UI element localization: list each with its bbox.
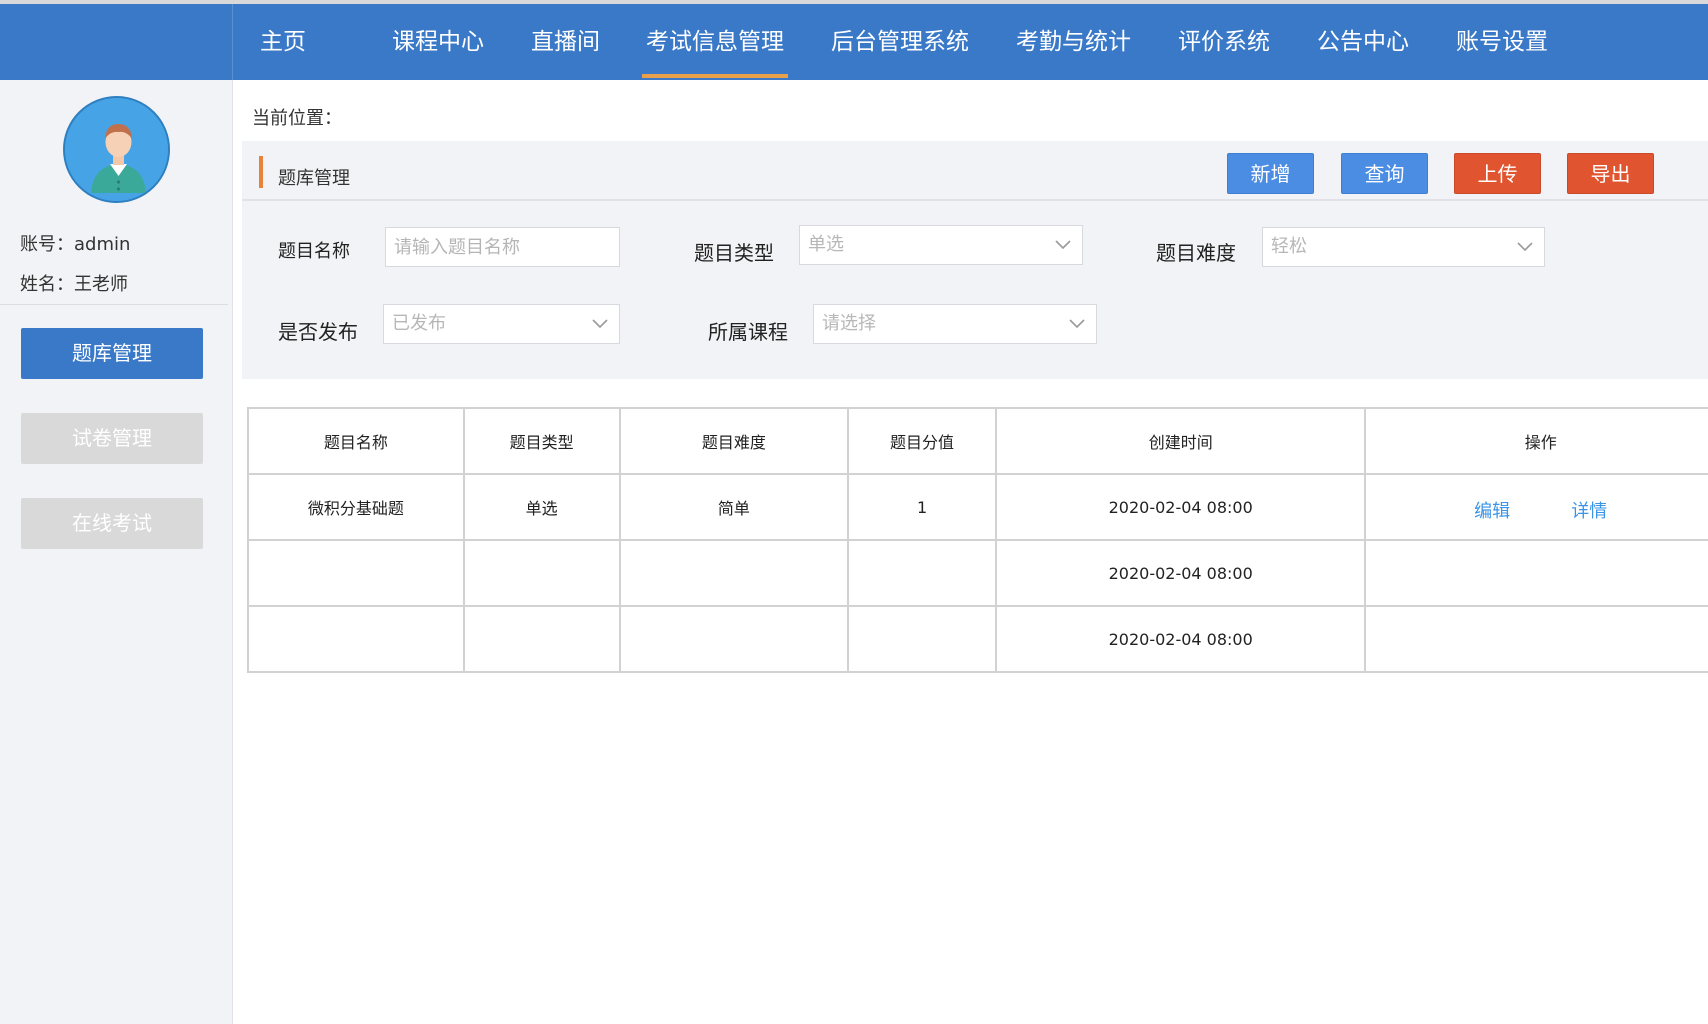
cell-question-name xyxy=(247,539,465,607)
header-created-time: 创建时间 xyxy=(994,407,1367,475)
question-name-label: 题目名称 xyxy=(278,241,350,262)
main-nav: 主页 课程中心 直播间 考试信息管理 后台管理系统 考勤与统计 评价系统 公告中… xyxy=(233,4,1548,80)
course-value: 请选择 xyxy=(822,313,876,334)
table-row: 2020-02-04 08:00 xyxy=(247,539,1708,607)
question-type-value: 单选 xyxy=(808,234,844,255)
cell-question-name: 微积分基础题 xyxy=(247,473,465,541)
sidebar-item-online-exam[interactable]: 在线考试 xyxy=(21,498,203,549)
chevron-down-icon xyxy=(1055,240,1071,250)
sidebar-item-question-bank[interactable]: 题库管理 xyxy=(21,328,203,379)
header-operations: 操作 xyxy=(1364,407,1708,475)
header-question-type: 题目类型 xyxy=(462,407,621,475)
cell-question-difficulty xyxy=(618,539,850,607)
question-type-label: 题目类型 xyxy=(694,241,774,265)
panel-title: 题库管理 xyxy=(278,168,350,189)
question-type-select[interactable]: 单选 xyxy=(799,225,1083,265)
brand-area xyxy=(0,4,233,80)
sidebar-item-paper-management[interactable]: 试卷管理 xyxy=(21,413,203,464)
chevron-down-icon xyxy=(1517,242,1533,252)
cell-operations xyxy=(1364,539,1708,607)
nav-item-course-center[interactable]: 课程中心 xyxy=(392,4,484,80)
header-question-name: 题目名称 xyxy=(247,407,465,475)
cell-question-score: 1 xyxy=(847,473,997,541)
question-difficulty-select[interactable]: 轻松 xyxy=(1262,227,1545,267)
nav-item-exam-management[interactable]: 考试信息管理 xyxy=(642,4,788,80)
cell-operations xyxy=(1364,605,1708,673)
title-accent-bar xyxy=(259,156,263,188)
account-text: 账号：admin xyxy=(20,234,131,255)
cell-created-time: 2020-02-04 08:00 xyxy=(994,539,1367,607)
top-nav-bar: 主页 课程中心 直播间 考试信息管理 后台管理系统 考勤与统计 评价系统 公告中… xyxy=(0,0,1708,80)
cell-question-name xyxy=(247,605,465,673)
nav-item-admin-system[interactable]: 后台管理系统 xyxy=(831,4,969,80)
nav-item-evaluation[interactable]: 评价系统 xyxy=(1178,4,1270,80)
search-panel: 题库管理 新增 查询 上传 导出 题目名称 题目类型 单选 题目难度 轻松 是否… xyxy=(242,141,1708,379)
cell-operations: 编辑 详情 xyxy=(1364,473,1708,541)
published-value: 已发布 xyxy=(392,313,446,334)
course-label: 所属课程 xyxy=(708,320,788,344)
chevron-down-icon xyxy=(1069,319,1085,329)
add-button[interactable]: 新增 xyxy=(1227,153,1314,194)
panel-header: 题库管理 新增 查询 上传 导出 xyxy=(242,141,1708,201)
sidebar: 账号：admin 姓名：王老师 题库管理 试卷管理 在线考试 xyxy=(0,80,233,1024)
nav-item-announcements[interactable]: 公告中心 xyxy=(1317,4,1409,80)
published-select[interactable]: 已发布 xyxy=(383,304,620,344)
teacher-name-text: 姓名：王老师 xyxy=(20,274,128,295)
question-difficulty-value: 轻松 xyxy=(1271,236,1307,257)
details-link[interactable]: 详情 xyxy=(1571,497,1607,523)
chevron-down-icon xyxy=(592,319,608,329)
question-table: 题目名称 题目类型 题目难度 题目分值 创建时间 操作 微积分基础题 单选 简单… xyxy=(247,407,1708,673)
course-select[interactable]: 请选择 xyxy=(813,304,1097,344)
cell-question-type xyxy=(462,605,621,673)
table-header-row: 题目名称 题目类型 题目难度 题目分值 创建时间 操作 xyxy=(247,407,1708,475)
header-question-difficulty: 题目难度 xyxy=(618,407,850,475)
edit-link[interactable]: 编辑 xyxy=(1474,497,1510,523)
nav-item-live-room[interactable]: 直播间 xyxy=(531,4,600,80)
table-row: 2020-02-04 08:00 xyxy=(247,605,1708,673)
query-button[interactable]: 查询 xyxy=(1341,153,1428,194)
sidebar-divider xyxy=(0,304,228,305)
question-difficulty-label: 题目难度 xyxy=(1156,241,1236,265)
cell-question-score xyxy=(847,605,997,673)
cell-question-type: 单选 xyxy=(462,473,621,541)
cell-question-difficulty xyxy=(618,605,850,673)
published-label: 是否发布 xyxy=(278,320,358,344)
breadcrumb: 当前位置： xyxy=(252,108,342,129)
question-name-input[interactable] xyxy=(385,227,620,267)
avatar[interactable] xyxy=(63,96,170,203)
teacher-avatar-icon xyxy=(65,98,168,201)
export-button[interactable]: 导出 xyxy=(1567,153,1654,194)
nav-item-home[interactable]: 主页 xyxy=(260,4,306,80)
nav-item-attendance[interactable]: 考勤与统计 xyxy=(1016,4,1131,80)
cell-created-time: 2020-02-04 08:00 xyxy=(994,473,1367,541)
cell-question-difficulty: 简单 xyxy=(618,473,850,541)
cell-question-type xyxy=(462,539,621,607)
cell-created-time: 2020-02-04 08:00 xyxy=(994,605,1367,673)
table-row: 微积分基础题 单选 简单 1 2020-02-04 08:00 编辑 详情 xyxy=(247,473,1708,541)
header-question-score: 题目分值 xyxy=(847,407,997,475)
cell-question-score xyxy=(847,539,997,607)
nav-item-account-settings[interactable]: 账号设置 xyxy=(1456,4,1548,80)
upload-button[interactable]: 上传 xyxy=(1454,153,1541,194)
